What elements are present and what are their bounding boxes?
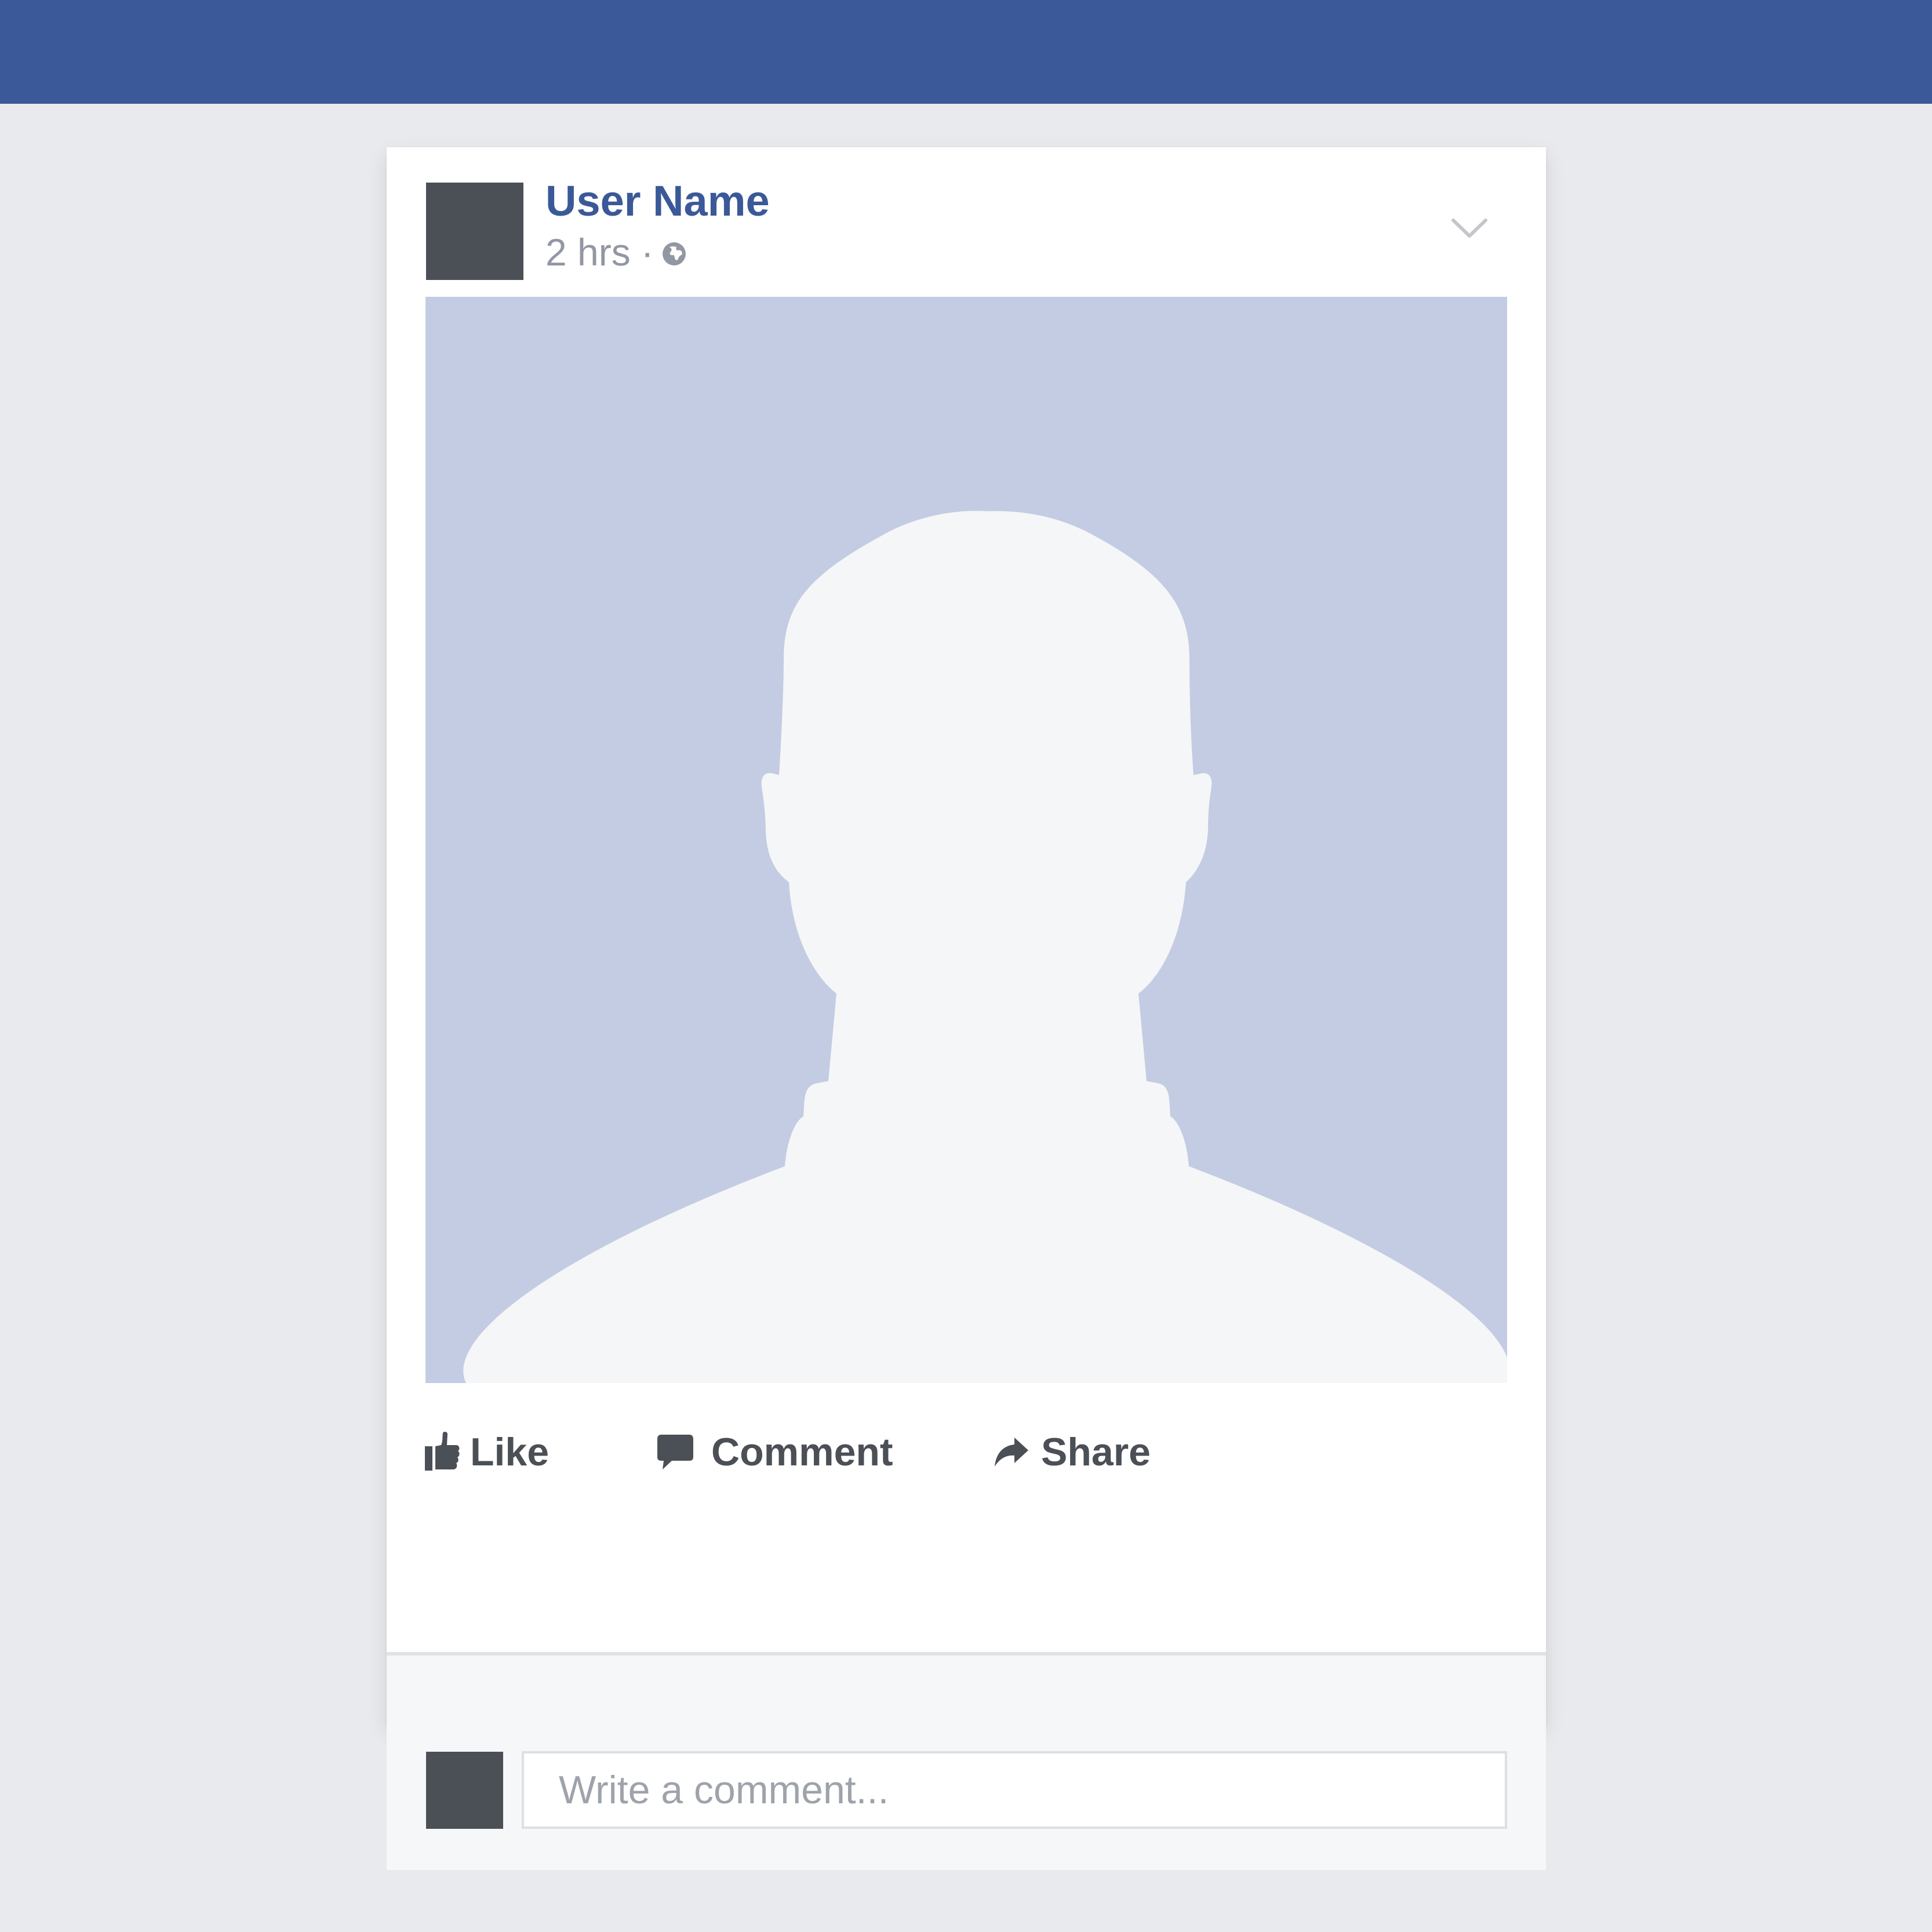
speech-bubble-icon — [657, 1435, 693, 1469]
top-navigation-bar — [0, 0, 1932, 104]
thumbs-up-icon — [425, 1431, 460, 1471]
post-photo[interactable] — [425, 297, 1507, 1383]
chevron-down-icon[interactable] — [1450, 217, 1489, 240]
comment-button[interactable]: Comment — [657, 1426, 893, 1478]
share-arrow-icon — [995, 1438, 1028, 1467]
post-card: User Name 2 hrs · Like Comment Share — [387, 147, 1546, 1870]
like-label: Like — [470, 1430, 550, 1474]
meta-separator: · — [641, 231, 654, 274]
post-author-avatar[interactable] — [426, 183, 523, 280]
like-button[interactable]: Like — [425, 1426, 549, 1478]
post-author-name[interactable]: User Name — [545, 180, 770, 223]
default-profile-silhouette — [463, 511, 1507, 1383]
commenter-avatar — [426, 1752, 503, 1829]
post-meta: 2 hrs · — [545, 230, 686, 274]
globe-icon[interactable] — [662, 242, 686, 266]
share-label: Share — [1041, 1430, 1151, 1474]
comment-input[interactable] — [522, 1751, 1507, 1829]
share-button[interactable]: Share — [994, 1426, 1151, 1478]
post-timestamp[interactable]: 2 hrs — [545, 230, 631, 274]
comment-label: Comment — [711, 1430, 893, 1474]
